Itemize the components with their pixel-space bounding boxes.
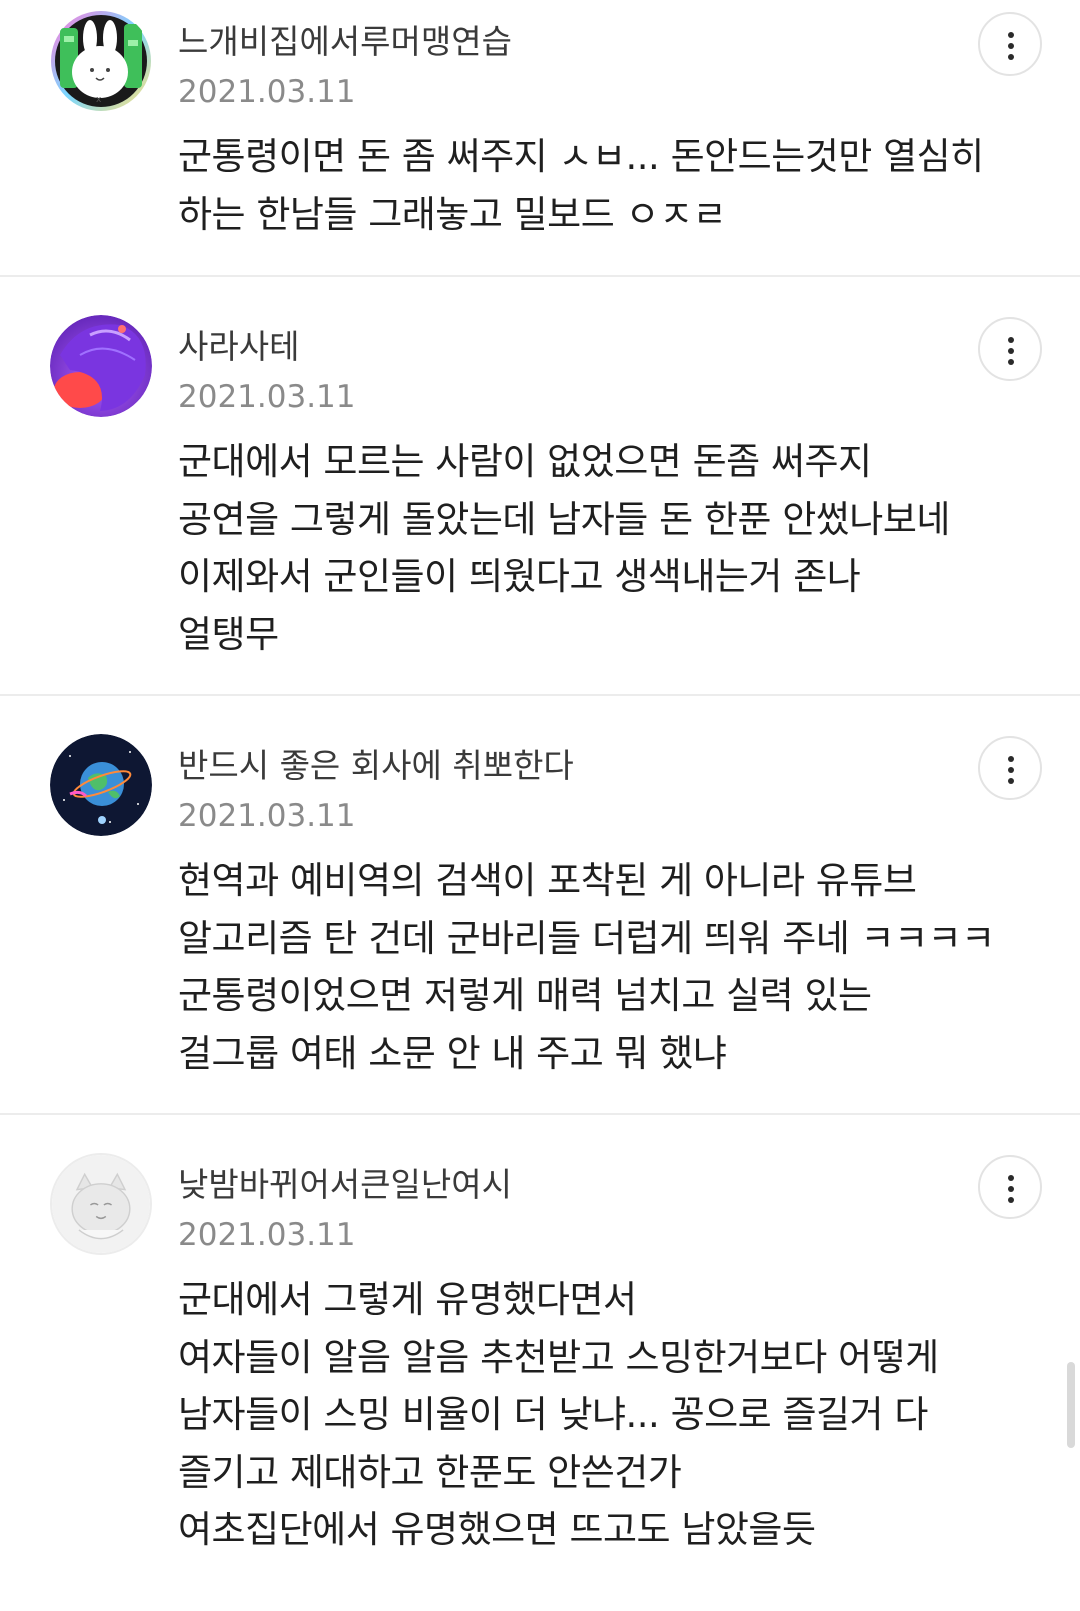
avatar[interactable] (50, 734, 152, 836)
vertical-ellipsis-icon (1008, 337, 1014, 343)
comment-date: 2021.03.11 (178, 798, 356, 834)
svg-text:x: x (96, 95, 102, 105)
comment-nickname[interactable]: 사라사테 (178, 325, 299, 369)
space-earth-avatar-icon (50, 734, 152, 836)
vertical-ellipsis-icon (1008, 32, 1014, 38)
comment-nickname[interactable]: 낮밤바뀌어서큰일난여시 (178, 1163, 512, 1207)
comment-date: 2021.03.11 (178, 379, 356, 415)
vertical-ellipsis-icon (1008, 756, 1014, 762)
more-options-button[interactable] (978, 317, 1042, 381)
comment-text: 군대에서 모르는 사람이 없었으면 돈좀 써주지 공연을 그렇게 돌았는데 남자… (178, 440, 950, 656)
scrollbar[interactable] (1067, 1362, 1075, 1448)
divider (0, 275, 1080, 277)
comment-text: 군대에서 그렇게 유명했다면서 여자들이 알음 알음 추천받고 스밍한거보다 어… (178, 1278, 939, 1551)
avatar[interactable] (50, 315, 152, 417)
default-fox-avatar-icon (52, 1155, 150, 1253)
more-options-button[interactable] (978, 736, 1042, 800)
comment-date: 2021.03.11 (178, 1217, 356, 1253)
more-options-button[interactable] (978, 12, 1042, 76)
comment-text: 군통령이면 돈 좀 써주지 ㅅㅂ... 돈안드는것만 열심히 하는 한남들 그래… (178, 135, 984, 236)
vertical-ellipsis-icon (1008, 1175, 1014, 1181)
comment-text: 현역과 예비역의 검색이 포착된 게 아니라 유튜브 알고리즘 탄 건데 군바리… (178, 859, 995, 1075)
white-rabbit-avatar-icon: x (51, 11, 151, 111)
avatar[interactable]: x (50, 10, 152, 112)
more-options-button[interactable] (978, 1155, 1042, 1219)
divider (0, 1113, 1080, 1115)
comment-nickname[interactable]: 느개비집에서루머맹연습 (178, 20, 512, 64)
purple-hair-avatar-icon (50, 315, 152, 417)
comment-nickname[interactable]: 반드시 좋은 회사에 취뽀한다 (178, 744, 574, 788)
avatar[interactable] (50, 1153, 152, 1255)
comment-date: 2021.03.11 (178, 74, 356, 110)
divider (0, 694, 1080, 696)
